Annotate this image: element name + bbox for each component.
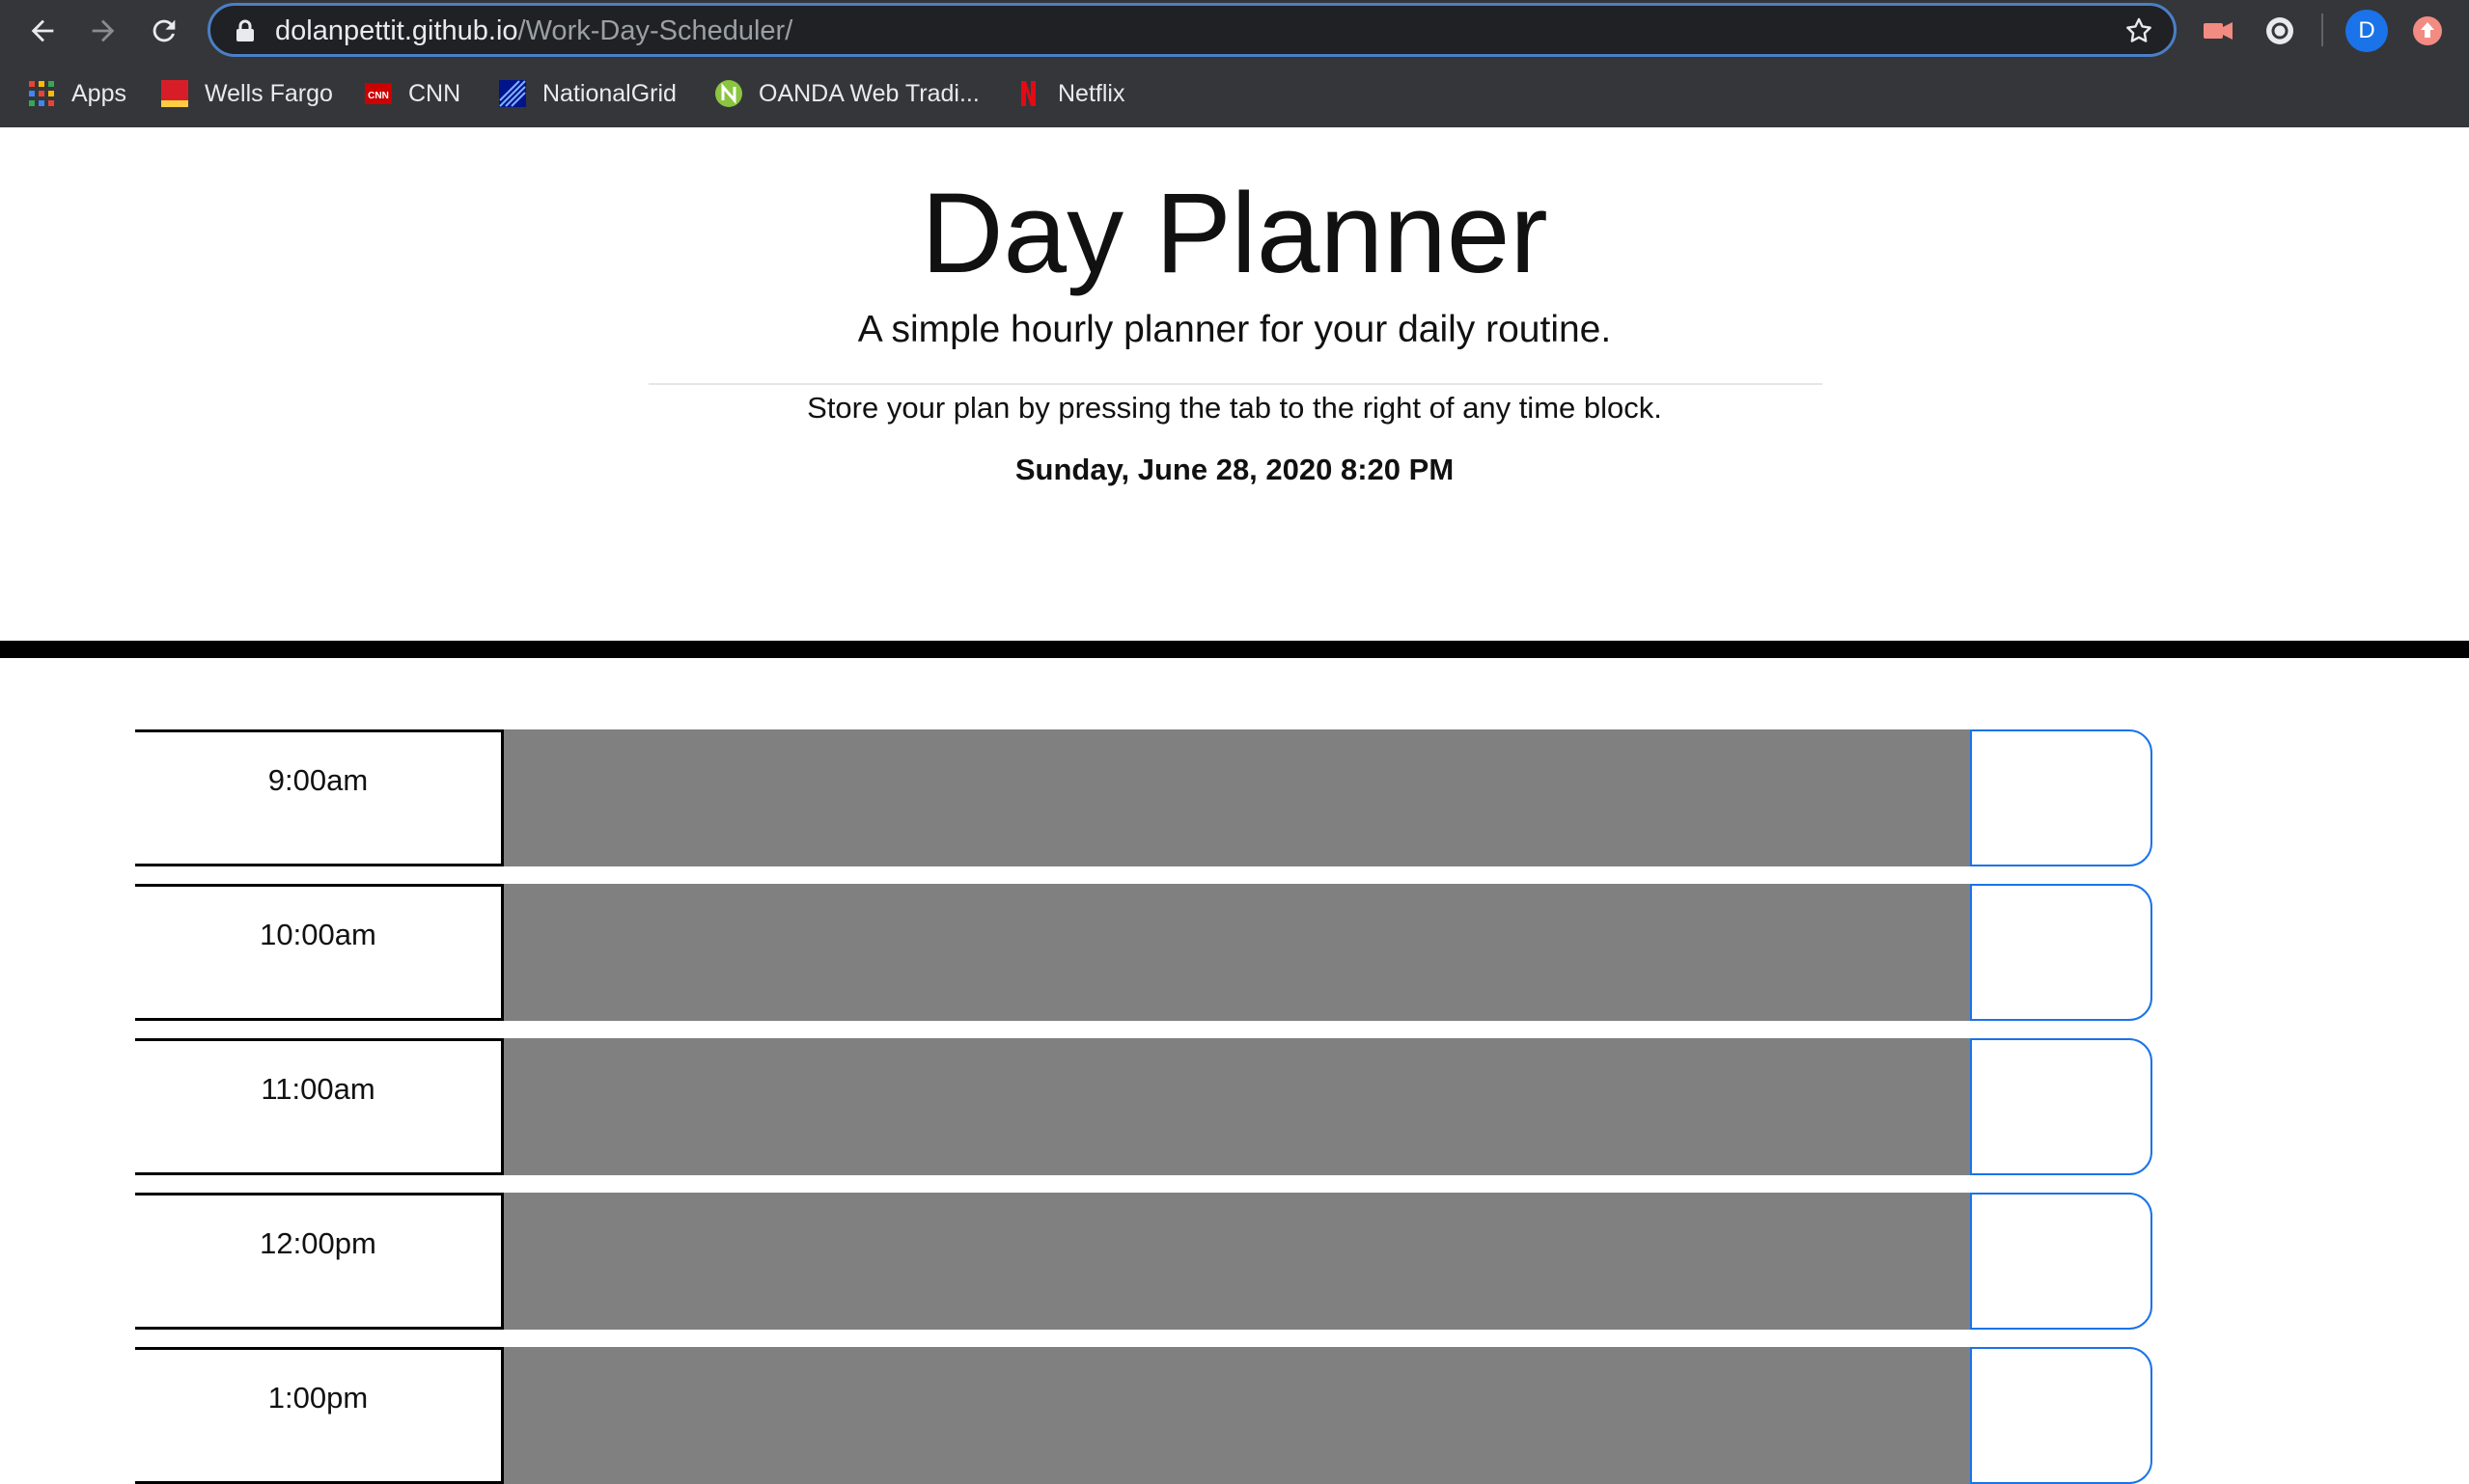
bookmark-oanda[interactable]: OANDA Web Tradi... [714, 77, 980, 110]
description-textarea[interactable] [504, 1193, 2106, 1330]
update-icon[interactable] [2410, 14, 2445, 48]
page-title: Day Planner [921, 170, 1548, 297]
page-subtitle: A simple hourly planner for your daily r… [857, 309, 1612, 350]
hour-label: 1:00pm [135, 1347, 504, 1484]
save-button[interactable] [1970, 1347, 2152, 1484]
address-bar[interactable]: dolanpettit.github.io/Work-Day-Scheduler… [208, 3, 2177, 57]
lock-icon [236, 19, 254, 41]
nationalgrid-icon [498, 79, 527, 108]
description-textarea[interactable] [504, 1038, 2106, 1175]
time-block-1pm: 1:00pm [135, 1347, 2152, 1484]
save-button[interactable] [1970, 884, 2152, 1021]
profile-avatar[interactable]: D [2345, 10, 2388, 52]
oanda-icon [714, 79, 743, 108]
bookmark-netflix[interactable]: Netflix [1013, 77, 1124, 110]
hour-label: 10:00am [135, 884, 504, 1021]
time-block-10am: 10:00am [135, 884, 2152, 1021]
description-textarea[interactable] [504, 729, 2106, 866]
bookmark-label: NationalGrid [542, 79, 677, 107]
apps-grid-icon [27, 79, 56, 108]
time-block-9am: 9:00am [135, 729, 2152, 866]
bookmark-label: Wells Fargo [205, 79, 333, 107]
back-button[interactable] [19, 8, 66, 54]
hour-label: 11:00am [135, 1038, 504, 1175]
hour-label: 12:00pm [135, 1193, 504, 1330]
bookmark-cnn[interactable]: CNN CNN [364, 77, 460, 110]
reload-icon [153, 19, 176, 42]
time-block-12pm: 12:00pm [135, 1193, 2152, 1330]
arrow-right-icon [92, 19, 115, 42]
bookmark-nationalgrid[interactable]: NationalGrid [498, 77, 677, 110]
netflix-icon [1013, 79, 1042, 108]
save-button[interactable] [1970, 729, 2152, 866]
toolbar-divider [2321, 14, 2323, 46]
bookmark-label: Apps [71, 79, 126, 107]
arrow-left-icon [31, 19, 54, 42]
save-button[interactable] [1970, 1193, 2152, 1330]
bookmark-label: Netflix [1058, 79, 1125, 107]
forward-button[interactable] [80, 8, 126, 54]
description-textarea[interactable] [504, 884, 2106, 1021]
hour-label: 9:00am [135, 729, 504, 866]
cnn-icon: CNN [364, 79, 393, 108]
extension-circle-icon[interactable] [2262, 14, 2297, 48]
extension-cast-icon[interactable] [2201, 14, 2235, 48]
url-path: /Work-Day-Scheduler/ [517, 15, 793, 46]
reload-button[interactable] [141, 8, 187, 54]
bookmark-apps[interactable]: Apps [27, 77, 126, 110]
bookmark-star-icon[interactable] [2123, 15, 2154, 46]
header-jumbotron: Day Planner A simple hourly planner for … [0, 127, 2469, 641]
browser-chrome: dolanpettit.github.io/Work-Day-Scheduler… [0, 0, 2469, 127]
page-content: Day Planner A simple hourly planner for … [0, 127, 2469, 1484]
save-button[interactable] [1970, 1038, 2152, 1175]
current-day: Sunday, June 28, 2020 8:20 PM [1014, 453, 1455, 486]
instructions-text: Store your plan by pressing the tab to t… [807, 391, 1662, 425]
svg-text:CNN: CNN [368, 91, 389, 101]
url-text: dolanpettit.github.io/Work-Day-Scheduler… [275, 14, 792, 47]
wells-fargo-icon [160, 79, 189, 108]
header-divider [649, 383, 1822, 385]
browser-toolbar: dolanpettit.github.io/Work-Day-Scheduler… [0, 0, 2469, 62]
bookmark-label: OANDA Web Tradi... [759, 79, 980, 107]
time-block-11am: 11:00am [135, 1038, 2152, 1175]
header-rule [0, 641, 2469, 658]
bookmark-wells-fargo[interactable]: Wells Fargo [160, 77, 333, 110]
url-host: dolanpettit.github.io [275, 15, 518, 46]
bookmark-label: CNN [408, 79, 461, 107]
bookmarks-bar: Apps Wells Fargo CNN CNN NationalGrid OA… [0, 69, 2469, 118]
description-textarea[interactable] [504, 1347, 2106, 1484]
